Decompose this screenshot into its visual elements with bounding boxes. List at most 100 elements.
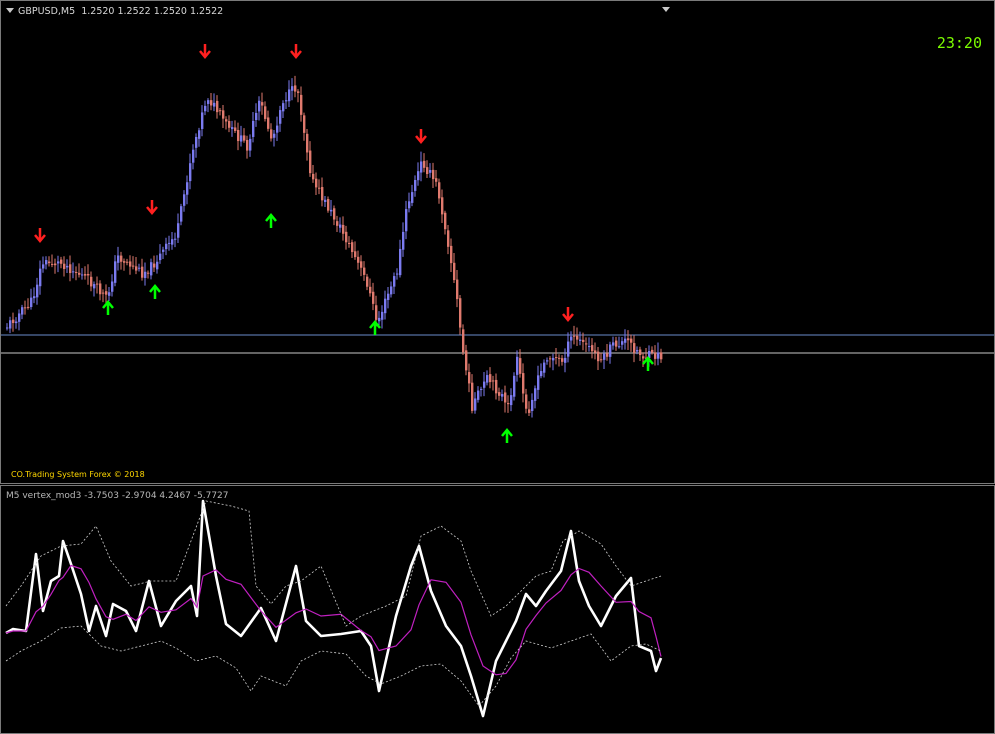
candle-body [9,320,12,329]
candle-body [36,284,39,298]
candle-body [114,261,117,283]
indicator-main-line [5,499,663,718]
candle-body [81,274,84,276]
buy-arrow-icon [265,213,277,228]
candle-body [501,394,504,397]
candle-body [651,349,654,353]
candle-body [465,350,468,371]
candle-body [342,224,345,234]
candle-body [132,265,135,267]
candle-body [372,291,375,304]
candle-body [318,187,321,189]
candle-body [492,380,495,382]
candle-body [624,338,627,343]
sell-arrow-icon [562,307,574,322]
candle-body [303,115,306,133]
candle-body [6,327,9,329]
candle-body [66,265,69,268]
indicator-canvas[interactable] [1,486,995,734]
candle-body [375,305,378,320]
candle-body [180,206,183,222]
candle-body [345,231,348,243]
candle-body [150,262,153,276]
candle-body [537,375,540,390]
candle-body [78,272,81,275]
candle-body [393,276,396,287]
chart-shift-icon[interactable] [662,7,670,12]
candle-body [168,242,171,244]
candle-body [240,135,243,142]
dropdown-triangle-icon[interactable] [6,8,14,13]
candle-body [273,133,276,138]
candle-body [63,263,66,269]
candle-body [126,261,129,263]
candle-body [174,238,177,240]
candle-body [87,273,90,276]
candle-body [216,100,219,113]
candle-body [387,293,390,300]
candle-body [159,253,162,261]
candle-body [252,120,255,137]
candle-body [93,284,96,289]
candle-body [573,335,576,337]
candle-body [567,341,570,357]
candle-body [540,371,543,377]
candle-body [462,329,465,353]
candle-body [123,261,126,263]
symbol-quote: GBPUSD,M5 1.2520 1.2522 1.2520 1.2522 [18,6,224,17]
candle-body [528,409,531,413]
sell-arrow-icon [34,228,46,243]
candle-body [483,381,486,388]
candle-body [306,133,309,153]
candle-body [441,197,444,215]
candle-body [117,255,120,263]
candle-body [249,138,252,151]
candle-body [582,339,585,342]
candle-body [543,362,546,373]
candle-body [129,261,132,267]
candle-body [429,170,432,173]
candle-body [204,105,207,112]
candle-body [603,353,606,360]
candle-body [279,110,282,124]
candle-body [363,267,366,275]
indicator-pane[interactable]: M5 vertex_mod3 -3.7503 -2.9704 4.2467 -5… [0,485,995,734]
candle-body [564,357,567,363]
candle-body [330,209,333,212]
candle-body [312,173,315,180]
candle-body [75,271,78,273]
candle-body [69,264,72,274]
candle-body [282,103,285,112]
candle-body [477,390,480,400]
candle-body [315,178,318,188]
price-chart-canvas[interactable] [1,1,995,484]
indicator-lower-band [5,625,662,707]
candle-body [228,121,231,128]
candle-body [420,161,423,173]
candle-body [324,199,327,202]
candle-body [351,242,354,253]
candle-body [504,392,507,403]
candle-body [459,298,462,328]
candle-body [618,346,621,348]
indicator-header: M5 vertex_mod3 -3.7503 -2.9704 4.2467 -5… [6,491,229,501]
candle-body [192,149,195,163]
candle-body [54,263,57,266]
candle-body [369,286,372,294]
candle-body [294,85,297,92]
candle-body [426,167,429,175]
candle-body [591,345,594,352]
candle-body [561,358,564,362]
candle-body [366,276,369,287]
candle-body [165,243,168,250]
candle-body [96,283,99,285]
candle-body [456,279,459,300]
candle-body [210,100,213,106]
price-chart-pane[interactable]: GBPUSD,M5 1.2520 1.2522 1.2520 1.2522 23… [0,0,995,484]
candle-body [138,267,141,269]
candle-body [33,296,36,299]
candle-body [654,352,657,359]
candle-body [498,392,501,396]
candle-body [261,102,264,106]
candle-body [507,403,510,405]
